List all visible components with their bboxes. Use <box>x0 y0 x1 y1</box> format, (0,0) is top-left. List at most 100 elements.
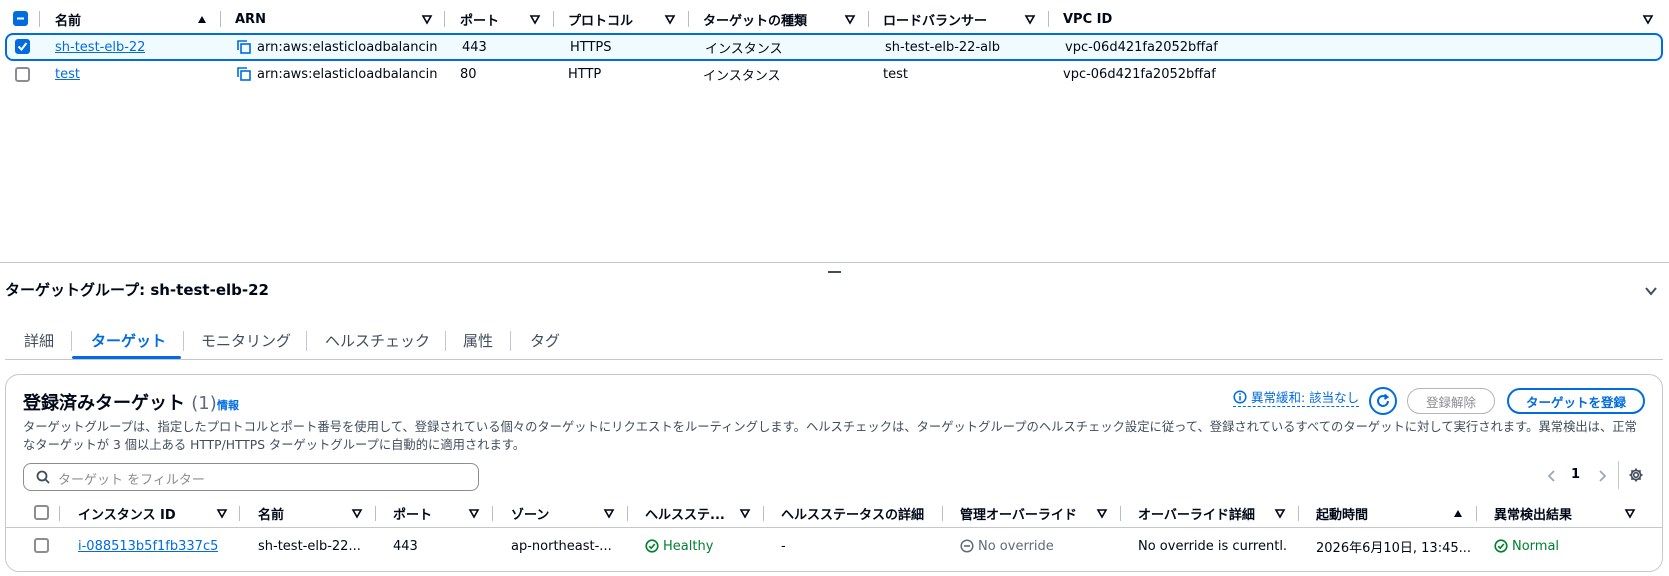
tab-separator <box>306 331 307 351</box>
sort-icon[interactable] <box>468 507 480 519</box>
select-all-checkbox[interactable] <box>34 505 49 520</box>
column-header-name[interactable]: 名前 <box>258 498 284 528</box>
column-header-health-detail: ヘルスステータスの詳細 <box>781 507 925 523</box>
column-header-anomaly-result[interactable]: 異常検出結果 <box>1494 498 1572 528</box>
anomaly-mitigation-text: 異常緩和: 該当なし <box>1251 390 1360 405</box>
gear-icon[interactable] <box>1628 467 1644 483</box>
resize-handle[interactable] <box>828 271 841 273</box>
column-header-launch-time[interactable]: 起動時間 <box>1316 498 1368 528</box>
table-row[interactable]: sh-test-elb-22 arn:aws:elasticloadbalanc… <box>5 33 1663 61</box>
search-icon <box>36 470 50 484</box>
table-row[interactable]: test arn:aws:elasticloadbalancin... 80 H… <box>0 60 1669 88</box>
sort-icon[interactable] <box>529 13 541 25</box>
load-balancer-value[interactable]: sh-test-elb-22-alb <box>885 35 1000 59</box>
deregister-button[interactable]: 登録解除 <box>1407 388 1495 414</box>
tab-details[interactable]: 詳細 <box>24 322 54 358</box>
target-group-name-link[interactable]: test <box>55 60 80 88</box>
tab-targets[interactable]: ターゲット <box>91 322 166 358</box>
copy-icon[interactable] <box>237 40 251 54</box>
tab-tags[interactable]: タグ <box>530 322 560 358</box>
registered-targets-container: 登録済みターゲット (1) 情報 異常緩和: 該当なし 登録解除 ターゲットを登… <box>5 374 1663 572</box>
checkmark-icon <box>17 42 28 52</box>
sort-ascending-icon[interactable] <box>196 13 208 25</box>
column-header-zone[interactable]: ゾーン <box>511 498 549 528</box>
refresh-button[interactable] <box>1369 387 1397 415</box>
copy-icon[interactable] <box>237 67 251 81</box>
sort-icon[interactable] <box>1642 13 1654 25</box>
check-circle-icon <box>645 539 659 553</box>
column-separator <box>1298 506 1299 521</box>
filter-input[interactable]: ターゲット をフィルター <box>23 463 479 491</box>
instance-id-link[interactable]: i-088513b5f1fb337c5 <box>78 528 218 564</box>
select-all-checkbox[interactable] <box>13 11 28 26</box>
column-separator <box>1120 506 1121 521</box>
vpc-id-value: vpc-06d421fa2052bffaf <box>1063 66 1216 82</box>
row-checkbox[interactable] <box>15 39 30 54</box>
anomaly-mitigation-link[interactable]: 異常緩和: 該当なし <box>1233 387 1360 407</box>
sort-ascending-icon[interactable] <box>1452 507 1464 519</box>
column-header-port[interactable]: ポート <box>393 498 432 528</box>
column-separator <box>627 506 628 521</box>
refresh-icon <box>1377 393 1390 407</box>
target-name-value: sh-test-elb-22... <box>258 538 361 554</box>
minus-icon <box>17 17 24 20</box>
target-type-value: インスタンス <box>703 68 781 84</box>
sort-icon[interactable] <box>1274 507 1286 519</box>
column-separator <box>553 11 554 27</box>
column-separator <box>763 506 764 521</box>
port-value: 443 <box>462 39 487 55</box>
sort-icon[interactable] <box>351 507 363 519</box>
filter-placeholder: ターゲット をフィルター <box>58 473 205 488</box>
tab-health-checks[interactable]: ヘルスチェック <box>325 322 430 358</box>
health-status: Healthy <box>645 528 713 564</box>
chevron-left-icon[interactable] <box>1546 469 1558 483</box>
column-header-health-status[interactable]: ヘルスステ... <box>645 498 725 528</box>
sort-icon[interactable] <box>1024 13 1036 25</box>
arn-value: arn:aws:elasticloadbalancin... <box>257 39 437 55</box>
table-row[interactable]: i-088513b5f1fb337c5 sh-test-elb-22... 44… <box>6 528 1662 564</box>
column-header-instance-id[interactable]: インスタンス ID <box>78 498 176 528</box>
section-title-text: 登録済みターゲット <box>23 393 185 414</box>
column-separator <box>1476 506 1477 521</box>
sort-icon[interactable] <box>603 507 615 519</box>
target-count: (1) <box>191 393 217 414</box>
sort-icon[interactable] <box>421 13 433 25</box>
sort-icon[interactable] <box>664 13 676 25</box>
target-group-name-link[interactable]: sh-test-elb-22 <box>55 35 145 59</box>
column-separator <box>942 506 943 521</box>
column-header-admin-override[interactable]: 管理オーバーライド <box>960 498 1077 528</box>
section-description: ターゲットグループは、指定したプロトコルとポート番号を使用して、登録されている個… <box>23 420 1637 452</box>
sort-icon[interactable] <box>216 507 228 519</box>
tab-separator <box>71 331 72 351</box>
register-targets-button[interactable]: ターゲットを登録 <box>1507 388 1645 414</box>
section-title: 登録済みターゲット (1) <box>23 389 217 415</box>
load-balancer-value[interactable]: test <box>883 60 908 88</box>
column-separator <box>868 11 869 27</box>
column-separator <box>492 506 493 521</box>
row-checkbox[interactable] <box>34 538 49 553</box>
targets-table-header: インスタンス ID 名前 ポート ゾーン ヘルスステ... ヘルスステータスの詳… <box>6 498 1662 528</box>
sort-icon[interactable] <box>739 507 751 519</box>
protocol-value: HTTP <box>568 66 602 82</box>
protocol-value: HTTPS <box>570 39 612 55</box>
tab-attributes[interactable]: 属性 <box>463 322 493 358</box>
sort-icon[interactable] <box>844 13 856 25</box>
chevron-down-icon[interactable] <box>1644 284 1658 298</box>
page-number[interactable]: 1 <box>1571 467 1580 482</box>
tab-monitoring[interactable]: モニタリング <box>201 322 291 358</box>
admin-override-status: No override <box>960 528 1054 564</box>
column-separator <box>688 11 689 27</box>
info-link[interactable]: 情報 <box>217 397 239 413</box>
arn-value: arn:aws:elasticloadbalancin... <box>257 66 437 82</box>
sort-icon[interactable] <box>1096 507 1108 519</box>
chevron-right-icon[interactable] <box>1596 469 1608 483</box>
sort-icon[interactable] <box>1624 507 1636 519</box>
anomaly-result-status: Normal <box>1494 528 1559 564</box>
column-separator <box>239 506 240 521</box>
column-separator <box>59 506 60 521</box>
tab-bar: 詳細 ターゲット モニタリング ヘルスチェック 属性 タグ <box>0 322 1669 360</box>
minus-circle-icon <box>960 539 974 553</box>
check-circle-icon <box>1494 539 1508 553</box>
column-header-override-detail[interactable]: オーバーライド詳細 <box>1138 498 1255 528</box>
row-checkbox[interactable] <box>15 67 30 82</box>
